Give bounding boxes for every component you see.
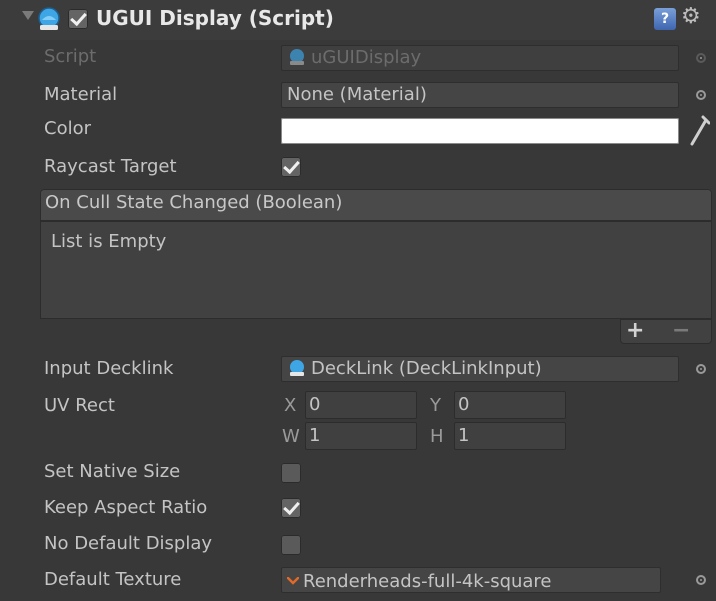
keep-aspect-ratio-label: Keep Aspect Ratio [44,497,208,518]
raycast-target-label: Raycast Target [44,156,177,177]
input-decklink-field[interactable]: DeckLink (DeckLinkInput) [281,356,679,382]
uv-x-label: X [284,395,297,416]
no-default-display-checkbox[interactable] [281,535,301,555]
texture-icon [286,567,300,585]
event-list-header: On Cull State Changed (Boolean) [40,189,712,221]
uv-w-input[interactable]: 1 [305,422,417,450]
uv-h-label: H [430,426,444,447]
no-default-display-label: No Default Display [44,533,213,554]
script-value: uGUIDisplay [311,47,422,68]
keep-aspect-ratio-checkbox[interactable] [281,498,301,518]
remove-event-button[interactable]: − [672,318,690,343]
color-label: Color [44,118,91,139]
uv-y-input[interactable]: 0 [454,391,566,419]
material-label: Material [44,84,118,105]
eyedropper-icon[interactable] [688,114,710,148]
default-texture-value: Renderheads-full-4k-square [303,571,552,592]
script-field: uGUIDisplay [281,45,679,71]
event-list-empty-text: List is Empty [51,231,167,252]
uv-h-input[interactable]: 1 [454,422,566,450]
default-texture-label: Default Texture [44,569,182,590]
gear-icon[interactable]: ⚙ [681,4,701,29]
default-texture-field[interactable]: Renderheads-full-4k-square [281,567,661,593]
uv-y-label: Y [430,395,441,416]
input-decklink-value: DeckLink (DeckLinkInput) [311,358,542,379]
material-picker-icon[interactable] [696,90,706,100]
uv-rect-label: UV Rect [44,395,115,416]
component-title: UGUI Display (Script) [96,6,334,30]
decklink-script-icon [290,360,304,376]
help-icon[interactable]: ? [654,8,676,30]
color-swatch[interactable] [281,118,679,144]
input-decklink-picker-icon[interactable] [696,364,706,374]
set-native-size-checkbox[interactable] [281,463,301,483]
script-icon [290,49,304,65]
set-native-size-label: Set Native Size [44,461,181,482]
uv-x-input[interactable]: 0 [305,391,417,419]
component-enabled-checkbox[interactable] [68,9,88,29]
input-decklink-label: Input Decklink [44,358,174,379]
script-label: Script [44,46,97,67]
event-list-title: On Cull State Changed (Boolean) [45,192,343,213]
event-list-body: List is Empty [40,221,712,319]
script-component-icon [38,7,60,30]
material-field[interactable]: None (Material) [281,82,679,108]
default-texture-picker-icon[interactable] [696,575,706,585]
script-picker-icon [696,53,706,63]
foldout-arrow-icon[interactable] [22,11,34,20]
add-event-button[interactable]: + [626,318,644,343]
uv-w-label: W [282,426,300,447]
raycast-target-checkbox[interactable] [281,157,301,177]
